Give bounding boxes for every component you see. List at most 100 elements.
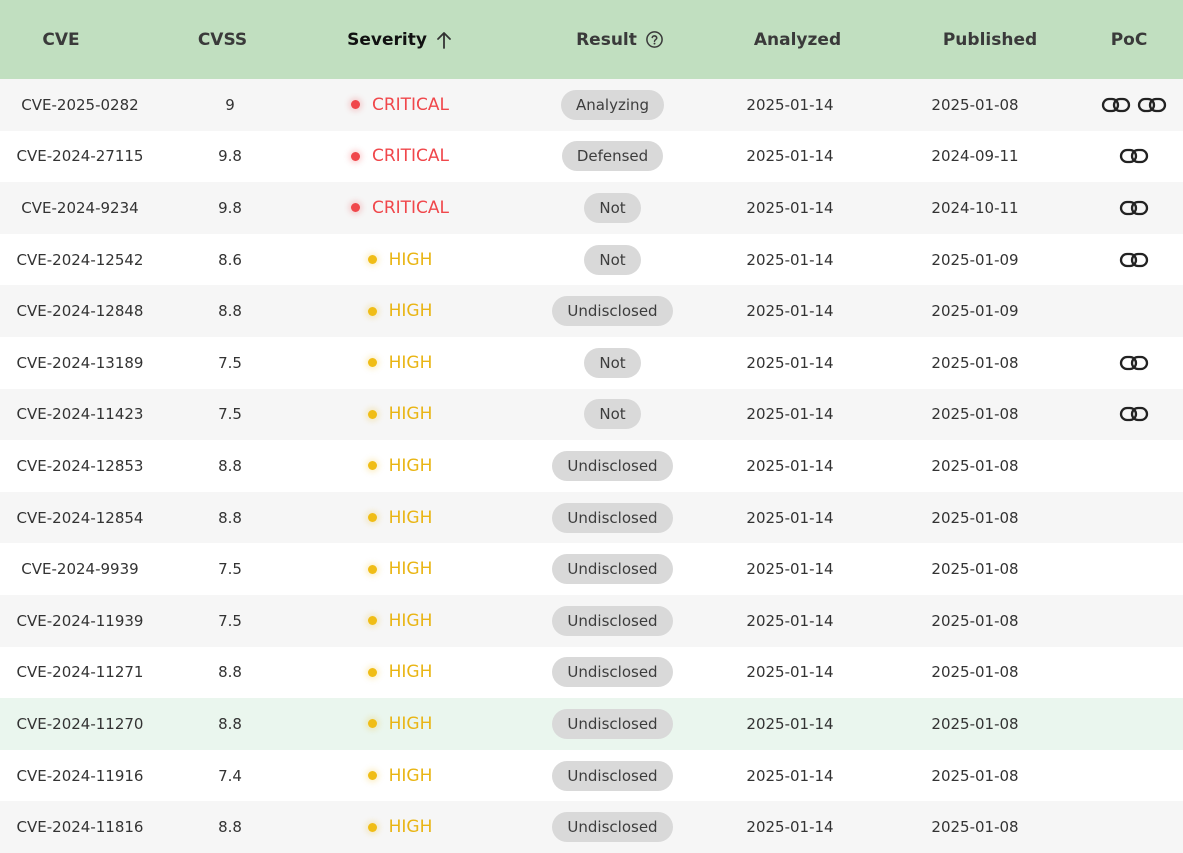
cve-id[interactable]: CVE-2025-0282 (0, 79, 160, 131)
result-badge: Undisclosed (552, 296, 673, 327)
column-header-result[interactable]: Result (520, 0, 720, 79)
result-cell: Undisclosed (520, 750, 705, 802)
cvss-score: 7.5 (218, 405, 242, 424)
published-date: 2025-01-08 (931, 663, 1019, 682)
cve-id[interactable]: CVE-2024-11423 (0, 389, 160, 441)
poc-cell (1085, 389, 1183, 441)
column-header-published[interactable]: Published (890, 0, 1090, 79)
cve-id[interactable]: CVE-2024-12542 (0, 234, 160, 286)
cvss-score: 9.8 (218, 147, 242, 166)
result-cell: Not (520, 389, 705, 441)
published-date: 2025-01-08 (931, 714, 1019, 733)
column-header-poc[interactable]: PoC (1085, 0, 1173, 79)
poc-cell (1085, 337, 1183, 389)
cve-id[interactable]: CVE-2024-9939 (0, 543, 160, 595)
cvss-score: 7.4 (218, 766, 242, 785)
column-header-cve[interactable]: CVE (0, 0, 122, 79)
link-icon[interactable] (1118, 146, 1150, 166)
published-date: 2025-01-08 (931, 611, 1019, 630)
table-row[interactable]: CVE-2024-12542 8.6 HIGH Not 2025-01-14 2025-0… (0, 234, 1183, 286)
table-row[interactable]: CVE-2024-12848 8.8 HIGH Undisclosed 2025-01-… (0, 285, 1183, 337)
severity-cell: CRITICAL (300, 182, 500, 234)
published-date: 2025-01-08 (931, 508, 1019, 527)
severity-label: HIGH (388, 507, 433, 528)
cve-id[interactable]: CVE-2024-11939 (0, 595, 160, 647)
severity-dot-icon (367, 822, 377, 832)
analyzed-date: 2025-01-14 (746, 818, 834, 837)
result-badge: Undisclosed (552, 605, 673, 636)
table-row[interactable]: CVE-2024-11916 7.4 HIGH Undisclosed 2025-01-… (0, 750, 1183, 802)
severity-cell: HIGH (300, 389, 500, 441)
severity-cell: HIGH (300, 543, 500, 595)
severity-dot-icon (367, 616, 377, 626)
cvss-score: 9.8 (218, 198, 242, 217)
severity-cell: HIGH (300, 750, 500, 802)
severity-dot-icon (367, 461, 377, 471)
poc-cell (1085, 801, 1183, 853)
severity-dot-icon (367, 513, 377, 523)
table-row[interactable]: CVE-2024-9234 9.8 CRITICAL Not 2025-01-14 202… (0, 182, 1183, 234)
severity-cell: HIGH (300, 440, 500, 492)
poc-cell (1085, 492, 1183, 544)
analyzed-date: 2025-01-14 (746, 198, 834, 217)
cve-id[interactable]: CVE-2024-27115 (0, 131, 160, 183)
result-cell: Undisclosed (520, 595, 705, 647)
cve-id[interactable]: CVE-2024-11271 (0, 647, 160, 699)
severity-dot-icon (350, 203, 360, 213)
arrow-up-icon[interactable] (435, 30, 453, 50)
cvss-score: 8.8 (218, 818, 242, 837)
severity-label: HIGH (388, 610, 433, 631)
table-row[interactable]: CVE-2024-11423 7.5 HIGH Not 2025-01-14 2025-0… (0, 388, 1183, 441)
question-circle-icon[interactable] (645, 30, 664, 49)
cve-id[interactable]: CVE-2024-12848 (0, 285, 160, 337)
cve-id[interactable]: CVE-2024-12853 (0, 440, 160, 492)
table-row[interactable]: CVE-2024-13189 7.5 HIGH Not 2025-01-14 2025-0… (0, 337, 1183, 389)
link-icon[interactable] (1118, 198, 1150, 218)
link-icon[interactable] (1100, 95, 1132, 115)
poc-cell (1085, 647, 1183, 699)
poc-cell (1085, 440, 1183, 492)
table-row[interactable]: CVE-2024-11816 8.8 HIGH Undisclosed 2025-01-… (0, 801, 1183, 853)
cve-id[interactable]: CVE-2024-9234 (0, 182, 160, 234)
analyzed-date: 2025-01-14 (746, 611, 834, 630)
cvss-score: 8.8 (218, 663, 242, 682)
table-row[interactable]: CVE-2024-11270 8.8 HIGH Undisclosed 2025-01-… (0, 698, 1183, 750)
published-date: 2025-01-09 (931, 302, 1019, 321)
table-row[interactable]: CVE-2024-27115 9.8 CRITICAL Defensed 2025-01… (0, 131, 1183, 183)
table-row[interactable]: CVE-2024-9939 7.5 HIGH Undisclosed 2025-01-1… (0, 543, 1183, 595)
result-badge: Undisclosed (552, 708, 673, 739)
cve-id[interactable]: CVE-2024-11916 (0, 750, 160, 802)
table-row[interactable]: CVE-2024-11939 7.5 HIGH Undisclosed 2025-01-… (0, 594, 1183, 647)
cve-id[interactable]: CVE-2024-13189 (0, 337, 160, 389)
cve-id[interactable]: CVE-2024-11270 (0, 698, 160, 750)
result-cell: Not (520, 182, 705, 234)
published-date: 2025-01-09 (931, 250, 1019, 269)
severity-cell: HIGH (300, 647, 500, 699)
result-cell: Undisclosed (520, 801, 705, 853)
column-header-severity[interactable]: Severity (300, 0, 500, 79)
result-cell: Undisclosed (520, 698, 705, 750)
column-header-cvss[interactable]: CVSS (170, 0, 275, 79)
severity-dot-icon (367, 255, 377, 265)
table-row[interactable]: CVE-2024-12853 8.8 HIGH Undisclosed 2025-01-… (0, 440, 1183, 492)
result-badge: Undisclosed (552, 554, 673, 585)
table-row[interactable]: CVE-2024-11271 8.8 HIGH Undisclosed 2025-01-… (0, 647, 1183, 699)
link-icon[interactable] (1136, 95, 1168, 115)
column-header-analyzed[interactable]: Analyzed (705, 0, 890, 79)
severity-dot-icon (367, 771, 377, 781)
link-icon[interactable] (1118, 250, 1150, 270)
table-row[interactable]: CVE-2025-0282 9 CRITICAL Analyzing 2025-01-1… (0, 79, 1183, 131)
link-icon[interactable] (1118, 353, 1150, 373)
published-date: 2025-01-08 (931, 560, 1019, 579)
cve-id[interactable]: CVE-2024-11816 (0, 801, 160, 853)
result-badge: Not (584, 244, 641, 275)
published-date: 2025-01-08 (931, 766, 1019, 785)
cve-id[interactable]: CVE-2024-12854 (0, 492, 160, 544)
severity-dot-icon (367, 409, 377, 419)
poc-cell (1085, 285, 1183, 337)
cvss-score: 8.8 (218, 508, 242, 527)
link-icon[interactable] (1118, 404, 1150, 424)
published-date: 2025-01-08 (931, 95, 1019, 114)
table-row[interactable]: CVE-2024-12854 8.8 HIGH Undisclosed 2025-01-… (0, 491, 1183, 544)
severity-cell: CRITICAL (300, 79, 500, 131)
